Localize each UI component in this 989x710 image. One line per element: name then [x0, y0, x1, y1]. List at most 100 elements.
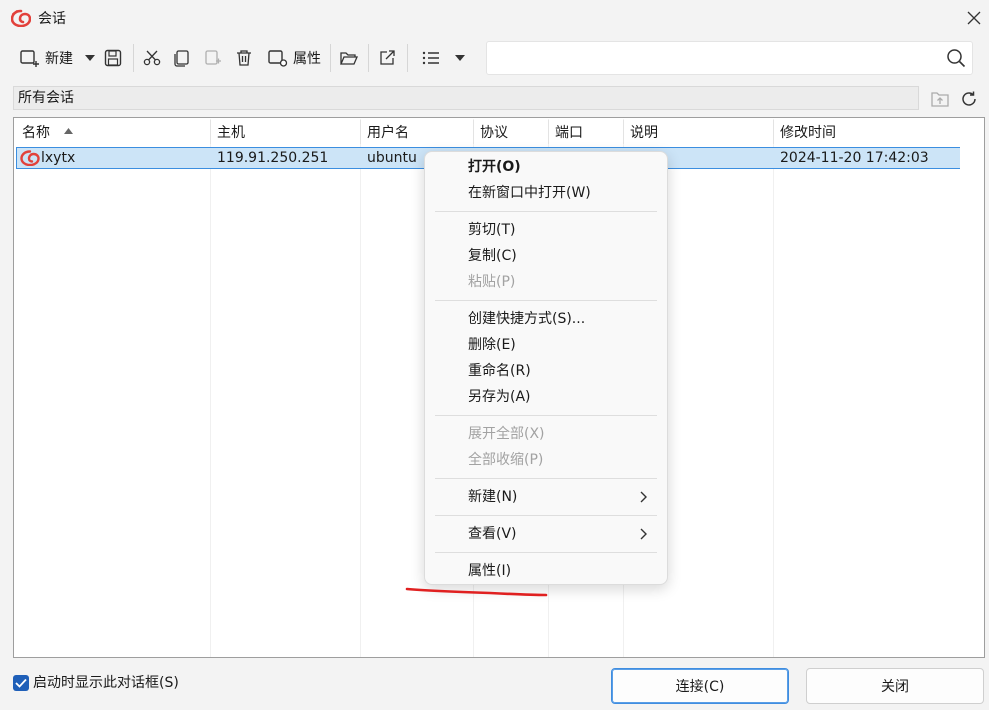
paste-icon — [205, 50, 221, 65]
menu-item-label: 查看(V) — [468, 526, 517, 542]
table-header: 名称 主机 用户名 协议 端口 说明 修改时间 — [14, 118, 984, 146]
menu-item-view[interactable]: 查看(V) — [425, 521, 667, 547]
menu-item-label: 另存为(A) — [468, 389, 531, 405]
chevron-right-icon — [640, 491, 647, 503]
menu-item-label: 复制(C) — [468, 248, 517, 264]
menu-item-save-as[interactable]: 另存为(A) — [425, 384, 667, 410]
session-host-cell: 119.91.250.251 — [217, 150, 329, 166]
session-user-cell: ubuntu — [367, 150, 417, 166]
menu-item-expand-all[interactable]: 展开全部(X) — [425, 421, 667, 447]
close-button[interactable]: 关闭 — [806, 668, 984, 704]
red-underline-annotation — [405, 587, 548, 597]
export-icon — [380, 50, 395, 65]
delete-button[interactable] — [232, 42, 256, 74]
menu-item-rename[interactable]: 重命名(R) — [425, 358, 667, 384]
dropdown-arrow-icon — [455, 55, 465, 61]
menu-item-label: 展开全部(X) — [468, 426, 545, 442]
menu-item-new[interactable]: 新建(N) — [425, 484, 667, 510]
copy-button[interactable] — [170, 42, 194, 74]
properties-button-label: 属性 — [293, 51, 321, 67]
header-divider — [548, 120, 549, 144]
menu-item-open-new-window[interactable]: 在新窗口中打开(W) — [425, 180, 667, 206]
menu-separator — [435, 211, 657, 212]
column-divider — [360, 119, 361, 657]
menu-separator — [435, 515, 657, 516]
column-header-host[interactable]: 主机 — [217, 118, 245, 146]
menu-item-label: 重命名(R) — [468, 363, 531, 379]
export-button[interactable] — [375, 42, 399, 74]
column-divider — [773, 119, 774, 657]
header-divider — [473, 120, 474, 144]
column-header-name[interactable]: 名称 — [22, 118, 50, 146]
menu-item-label: 在新窗口中打开(W) — [468, 185, 591, 201]
menu-item-label: 创建快捷方式(S)... — [468, 311, 586, 327]
column-header-modified[interactable]: 修改时间 — [780, 118, 836, 146]
session-name-cell: lxytx — [41, 150, 76, 166]
menu-item-label: 新建(N) — [468, 489, 518, 505]
column-header-protocol[interactable]: 协议 — [480, 118, 508, 146]
menu-item-create-shortcut[interactable]: 创建快捷方式(S)... — [425, 306, 667, 332]
properties-icon — [268, 50, 288, 67]
delete-icon — [237, 50, 251, 66]
column-header-user[interactable]: 用户名 — [367, 118, 409, 146]
dropdown-arrow-icon — [85, 55, 95, 61]
paste-button[interactable] — [201, 42, 225, 74]
new-session-icon — [20, 50, 39, 67]
header-divider — [623, 120, 624, 144]
new-dropdown-button[interactable] — [82, 42, 98, 74]
context-menu: 打开(O) 在新窗口中打开(W) 剪切(T) 复制(C) 粘贴(P) 创建快捷方… — [424, 151, 668, 585]
window-title: 会话 — [38, 11, 66, 27]
menu-item-label: 全部收缩(P) — [468, 452, 544, 468]
column-divider — [210, 119, 211, 657]
menu-item-label: 剪切(T) — [468, 222, 516, 238]
menu-item-copy[interactable]: 复制(C) — [425, 243, 667, 269]
toolbar-divider — [368, 44, 369, 72]
close-window-button[interactable] — [962, 6, 986, 30]
menu-item-paste[interactable]: 粘贴(P) — [425, 269, 667, 295]
open-folder-button[interactable] — [337, 42, 361, 74]
menu-item-label: 粘贴(P) — [468, 274, 516, 290]
view-dropdown-button[interactable] — [452, 42, 468, 74]
menu-item-collapse-all[interactable]: 全部收缩(P) — [425, 447, 667, 473]
new-session-button[interactable]: 新建 — [16, 42, 76, 74]
view-mode-button[interactable] — [418, 42, 444, 74]
properties-button[interactable]: 属性 — [264, 42, 324, 74]
menu-separator — [435, 552, 657, 553]
toolbar-divider — [407, 44, 408, 72]
show-on-startup-label[interactable]: 启动时显示此对话框(S) — [33, 674, 179, 692]
menu-item-label: 删除(E) — [468, 337, 516, 353]
open-folder-icon — [340, 52, 358, 65]
header-divider — [360, 120, 361, 144]
chevron-right-icon — [640, 528, 647, 540]
xshell-shell-icon — [11, 9, 31, 27]
connect-button-label: 连接(C) — [675, 679, 725, 695]
close-button-label: 关闭 — [881, 679, 909, 695]
menu-separator — [435, 415, 657, 416]
connect-button[interactable]: 连接(C) — [611, 668, 789, 704]
search-icon[interactable] — [946, 48, 966, 68]
up-folder-button[interactable] — [929, 88, 951, 110]
toolbar-divider — [133, 44, 134, 72]
toolbar: 新建 属性 — [0, 38, 989, 78]
menu-item-label: 打开(O) — [468, 159, 521, 175]
sort-ascending-icon — [64, 128, 73, 134]
column-header-description[interactable]: 说明 — [630, 118, 658, 146]
copy-icon — [174, 50, 189, 67]
menu-item-open[interactable]: 打开(O) — [425, 154, 667, 180]
title-bar: 会话 — [0, 0, 989, 36]
close-icon — [967, 11, 981, 25]
checkmark-icon — [15, 678, 27, 688]
cut-icon — [143, 50, 161, 66]
menu-item-delete[interactable]: 删除(E) — [425, 332, 667, 358]
refresh-button[interactable] — [958, 88, 980, 110]
menu-item-cut[interactable]: 剪切(T) — [425, 217, 667, 243]
xshell-session-icon — [20, 150, 40, 166]
refresh-icon — [962, 91, 976, 106]
show-on-startup-checkbox[interactable] — [13, 675, 29, 691]
save-button[interactable] — [101, 42, 125, 74]
header-divider — [773, 120, 774, 144]
folder-path-bar: 所有会话 — [13, 86, 919, 110]
cut-button[interactable] — [140, 42, 164, 74]
search-input[interactable] — [486, 41, 973, 75]
column-header-port[interactable]: 端口 — [555, 118, 583, 146]
